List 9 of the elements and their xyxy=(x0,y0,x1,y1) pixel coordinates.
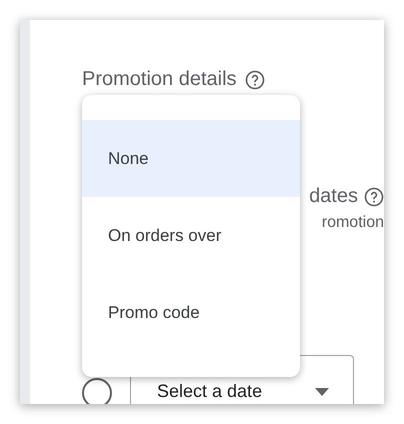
section-title: dates xyxy=(309,185,358,208)
help-icon[interactable] xyxy=(244,70,265,90)
menu-option[interactable]: Promo code xyxy=(82,274,300,351)
menu-option[interactable]: On orders over xyxy=(82,197,300,274)
help-icon[interactable] xyxy=(364,186,384,206)
section-title: Promotion details xyxy=(82,68,237,91)
caret-icon xyxy=(315,388,329,396)
section-description: romotion xyxy=(322,214,384,232)
menu-option[interactable]: None xyxy=(82,120,300,197)
